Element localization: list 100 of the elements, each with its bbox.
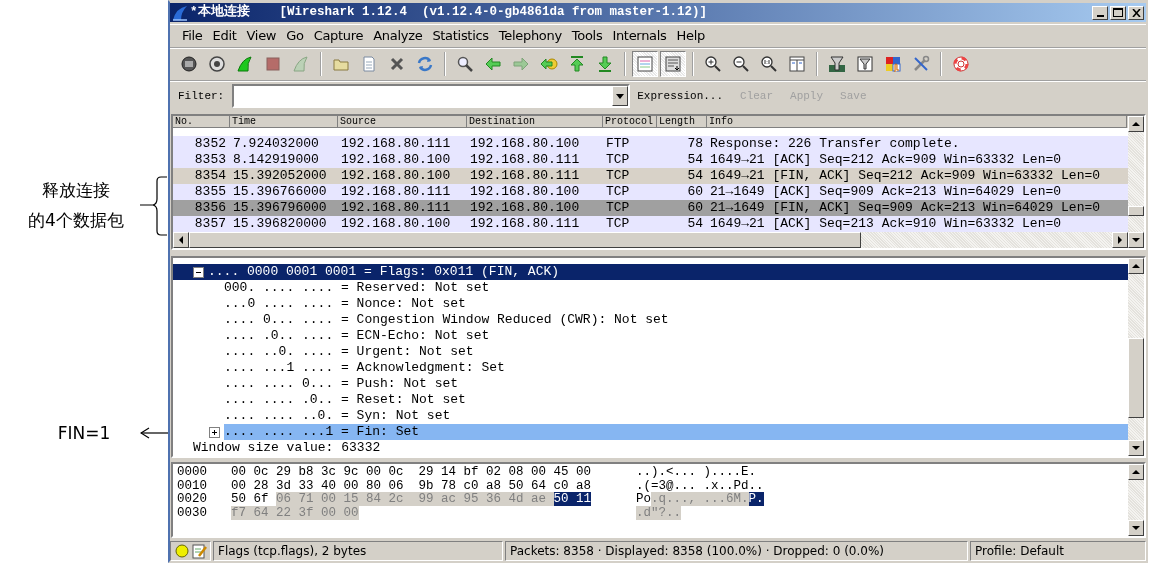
table-cell-text: 192.168.80.100 [340, 216, 452, 233]
dropdown-button[interactable] [612, 86, 629, 106]
tree-item[interactable]: .... .... ..0. = Syn: Not set [173, 408, 1128, 425]
ascii-text: Po [636, 492, 652, 507]
menu-item[interactable]: Tools [567, 26, 609, 46]
table-cell-text: 192.168.80.100 [469, 200, 581, 217]
status-text: Flags (tcp.flags), 2 bytes [213, 541, 503, 561]
packet-row[interactable]: 8356 15.396796000 192.168.80.111 192.168.80.100 TCP 60 21→1649 [FIN, ACK] Seq=909 Ack=213 Win=64029 Len=0 [173, 200, 1128, 217]
table-cell-text: 192.168.80.111 [469, 168, 581, 185]
column-header[interactable]: Length [657, 116, 707, 129]
menu-item[interactable]: Edit [208, 26, 243, 46]
minimize-icon [1096, 14, 1104, 17]
scrollbar-thumb[interactable] [189, 232, 861, 249]
horizontal-scrollbar[interactable] [173, 232, 1128, 249]
lifebuoy-icon [952, 55, 970, 74]
right-arrow-icon [1117, 236, 1123, 245]
table-cell-text: TCP [605, 168, 631, 185]
table-cell-text: 1649→21 [ACK] Seq=213 Ack=910 Win=63332 Len=0 [709, 216, 1063, 233]
tree-item[interactable]: 000. .... .... = Reserved: Not set [173, 280, 1128, 297]
menu-item[interactable]: Capture [309, 26, 370, 46]
table-cell-text: 192.168.80.100 [469, 136, 581, 153]
status-light-icon[interactable] [175, 544, 189, 558]
table-cell-text: 192.168.80.111 [340, 136, 452, 153]
filter-field[interactable] [232, 84, 631, 108]
tree-item[interactable]: .... .0.. .... = ECN-Echo: Not set [173, 328, 1128, 345]
stop-icon [264, 55, 282, 74]
down-arrow-icon [1132, 445, 1140, 452]
column-header[interactable]: Protocol [603, 116, 657, 129]
menu-item[interactable]: Statistics [428, 26, 495, 46]
menu-item[interactable]: Help [672, 26, 711, 46]
tree-item[interactable]: Window size value: 63332 [173, 440, 1128, 457]
tree-item[interactable]: .... ..0. .... = Urgent: Not set [173, 344, 1128, 361]
ascii-text: .q..., ...6M. [651, 492, 749, 507]
vertical-scrollbar[interactable] [1128, 258, 1144, 457]
tree-item[interactable]: .... 0... .... = Congestion Window Reduced (CWR): Not set [173, 312, 1128, 329]
table-cell-text: 192.168.80.111 [340, 200, 452, 217]
fin-icon [292, 55, 310, 74]
table-cell-text: 1649→21 [ACK] Seq=212 Ack=909 Win=63332 Len=0 [709, 152, 1063, 169]
table-cell-text: 192.168.80.100 [340, 152, 452, 169]
menu-item[interactable]: Telephony [494, 26, 568, 46]
annotation-text: FIN=1 [56, 422, 112, 445]
tree-item[interactable]: .... .... .0.. = Reset: Not set [173, 392, 1128, 409]
scrollbar-thumb[interactable] [1128, 338, 1144, 419]
table-cell-text: 7.924032000 [232, 136, 320, 153]
packet-row[interactable]: 8354 15.392052000 192.168.80.100 192.168.80.111 TCP 54 1649→21 [FIN, ACK] Seq=212 Ack=909 Win=63332 Len=0 [173, 168, 1128, 185]
packet-row[interactable]: 8352 7.924032000 192.168.80.111 192.168.80.100 FTP 78 Response: 226 Transfer complete. [173, 136, 1128, 153]
scrollbar-thumb[interactable] [1128, 206, 1144, 217]
minimize-button[interactable] [1092, 5, 1108, 20]
filter-button[interactable]: Expression... [634, 87, 734, 105]
expand-icon[interactable] [209, 426, 220, 438]
packet-row[interactable]: 8353 8.142919000 192.168.80.100 192.168.80.111 TCP 54 1649→21 [ACK] Seq=212 Ack=909 Win=63332 Len=0 [173, 152, 1128, 169]
table-cell-text: 192.168.80.100 [469, 184, 581, 201]
column-header[interactable]: Destination [467, 116, 603, 129]
hex-bytes: 00 28 3d 33 40 00 80 06 9b 78 c0 a8 50 64 c0 a8 [231, 478, 592, 493]
table-cell-text: TCP [605, 200, 631, 217]
ascii-text: .d"?.. [636, 505, 682, 520]
byte-offset: 0030 [177, 506, 207, 521]
columns-icon [788, 55, 806, 74]
table-cell-text: 60 [686, 200, 704, 217]
hex-bytes: 50 6f [231, 492, 270, 507]
vertical-scrollbar[interactable] [1128, 116, 1144, 249]
tree-item[interactable]: .... ...1 .... = Acknowledgment: Set [173, 360, 1128, 377]
funnel-icon [828, 55, 846, 74]
menu-item[interactable]: Analyze [369, 26, 429, 46]
table-cell-text: 21→1649 [FIN, ACK] Seq=909 Ack=213 Win=64029 Len=0 [709, 200, 1102, 217]
table-cell-text: 8353 [193, 152, 227, 169]
column-header[interactable]: No. [173, 116, 230, 129]
table-cell-text: 8357 [193, 216, 227, 233]
palette-icon [884, 55, 902, 74]
table-cell-text: 15.392052000 [232, 168, 328, 185]
table-cell-text: 192.168.80.111 [469, 152, 581, 169]
tree-item[interactable]: ...0 .... .... = Nonce: Not set [173, 296, 1128, 313]
hex-bytes: f7 64 22 3f 00 00 [231, 505, 359, 520]
packet-row[interactable]: 8355 15.396766000 192.168.80.111 192.168.80.100 TCP 60 21→1649 [ACK] Seq=909 Ack=213 Win=64029 Len=0 [173, 184, 1128, 201]
app-icon [172, 4, 188, 21]
column-header[interactable]: Info [707, 116, 1127, 129]
table-cell-text: 8.142919000 [232, 152, 320, 169]
hex-bytes: 50 11 [553, 492, 592, 507]
maximize-button[interactable] [1110, 5, 1126, 20]
tree-item[interactable]: .... 0000 0001 0001 = Flags: 0x011 (FIN, ACK) [173, 264, 1128, 281]
reload-icon [416, 55, 434, 74]
menu-item[interactable]: File [178, 26, 209, 46]
packet-row[interactable]: 8357 15.396820000 192.168.80.100 192.168.80.111 TCP 54 1649→21 [ACK] Seq=213 Ack=910 Win=63332 Len=0 [173, 216, 1128, 233]
collapse-icon[interactable] [193, 266, 204, 278]
byte-offset: 0010 [177, 479, 207, 493]
status-text: Packets: 8358 · Displayed: 8358 (100.0%) · Dropped: 0 (0.0%) [505, 541, 968, 561]
list-icon [664, 55, 682, 74]
table-cell-text: 54 [686, 152, 704, 169]
column-header[interactable]: Time [230, 116, 338, 129]
menu-item[interactable]: Go [282, 26, 310, 46]
close-button[interactable] [1128, 5, 1144, 20]
edit-icon[interactable] [192, 543, 208, 559]
menu-item[interactable]: View [242, 26, 283, 46]
table-cell-text: 54 [686, 168, 704, 185]
column-header[interactable]: Source [338, 116, 467, 129]
table-cell-text: 60 [686, 184, 704, 201]
tree-item[interactable]: .... .... 0... = Push: Not set [173, 376, 1128, 393]
menu-item[interactable]: Internals [608, 26, 673, 46]
vertical-scrollbar[interactable] [1128, 464, 1144, 536]
table-cell-text: 1649→21 [FIN, ACK] Seq=212 Ack=909 Win=63332 Len=0 [709, 168, 1102, 185]
